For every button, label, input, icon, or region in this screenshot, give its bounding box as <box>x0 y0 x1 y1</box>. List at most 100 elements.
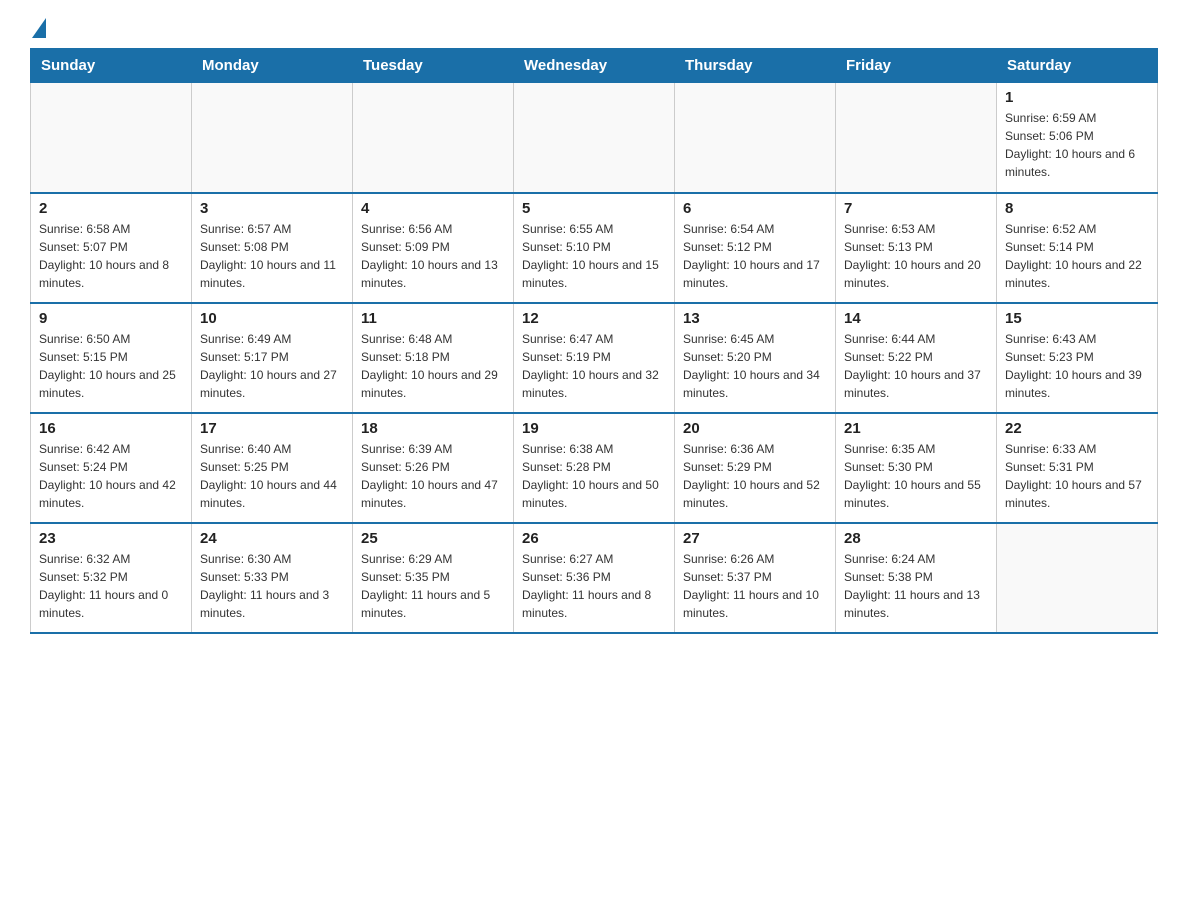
calendar-cell <box>31 83 192 193</box>
day-number: 8 <box>1005 200 1149 217</box>
day-info: Sunrise: 6:42 AMSunset: 5:24 PMDaylight:… <box>39 440 183 512</box>
day-number: 16 <box>39 420 183 437</box>
day-number: 3 <box>200 200 344 217</box>
day-info: Sunrise: 6:43 AMSunset: 5:23 PMDaylight:… <box>1005 330 1149 402</box>
days-header-row: SundayMondayTuesdayWednesdayThursdayFrid… <box>31 49 1158 83</box>
calendar-cell: 26 Sunrise: 6:27 AMSunset: 5:36 PMDayligh… <box>514 523 675 633</box>
calendar-cell: 21 Sunrise: 6:35 AMSunset: 5:30 PMDayligh… <box>836 413 997 523</box>
day-info: Sunrise: 6:40 AMSunset: 5:25 PMDaylight:… <box>200 440 344 512</box>
day-number: 15 <box>1005 310 1149 327</box>
day-info: Sunrise: 6:45 AMSunset: 5:20 PMDaylight:… <box>683 330 827 402</box>
calendar-cell: 1 Sunrise: 6:59 AMSunset: 5:06 PMDaylight… <box>997 83 1158 193</box>
page-header <box>30 20 1158 38</box>
day-number: 7 <box>844 200 988 217</box>
day-info: Sunrise: 6:56 AMSunset: 5:09 PMDaylight:… <box>361 220 505 292</box>
calendar-cell: 17 Sunrise: 6:40 AMSunset: 5:25 PMDayligh… <box>192 413 353 523</box>
day-number: 4 <box>361 200 505 217</box>
calendar-cell <box>353 83 514 193</box>
day-header-monday: Monday <box>192 49 353 83</box>
calendar-cell: 19 Sunrise: 6:38 AMSunset: 5:28 PMDayligh… <box>514 413 675 523</box>
day-info: Sunrise: 6:49 AMSunset: 5:17 PMDaylight:… <box>200 330 344 402</box>
calendar-cell: 22 Sunrise: 6:33 AMSunset: 5:31 PMDayligh… <box>997 413 1158 523</box>
calendar-cell: 23 Sunrise: 6:32 AMSunset: 5:32 PMDayligh… <box>31 523 192 633</box>
day-number: 18 <box>361 420 505 437</box>
calendar-cell <box>836 83 997 193</box>
day-info: Sunrise: 6:35 AMSunset: 5:30 PMDaylight:… <box>844 440 988 512</box>
day-info: Sunrise: 6:54 AMSunset: 5:12 PMDaylight:… <box>683 220 827 292</box>
day-info: Sunrise: 6:36 AMSunset: 5:29 PMDaylight:… <box>683 440 827 512</box>
day-number: 23 <box>39 530 183 547</box>
day-number: 20 <box>683 420 827 437</box>
day-header-thursday: Thursday <box>675 49 836 83</box>
day-info: Sunrise: 6:59 AMSunset: 5:06 PMDaylight:… <box>1005 109 1149 181</box>
day-number: 28 <box>844 530 988 547</box>
day-info: Sunrise: 6:58 AMSunset: 5:07 PMDaylight:… <box>39 220 183 292</box>
day-info: Sunrise: 6:48 AMSunset: 5:18 PMDaylight:… <box>361 330 505 402</box>
day-header-saturday: Saturday <box>997 49 1158 83</box>
day-number: 14 <box>844 310 988 327</box>
calendar-cell: 13 Sunrise: 6:45 AMSunset: 5:20 PMDayligh… <box>675 303 836 413</box>
day-info: Sunrise: 6:55 AMSunset: 5:10 PMDaylight:… <box>522 220 666 292</box>
day-number: 11 <box>361 310 505 327</box>
calendar-cell: 8Sunrise: 6:52 AMSunset: 5:14 PMDaylight… <box>997 193 1158 303</box>
calendar-cell: 18 Sunrise: 6:39 AMSunset: 5:26 PMDayligh… <box>353 413 514 523</box>
day-info: Sunrise: 6:39 AMSunset: 5:26 PMDaylight:… <box>361 440 505 512</box>
day-number: 21 <box>844 420 988 437</box>
calendar-cell: 14 Sunrise: 6:44 AMSunset: 5:22 PMDayligh… <box>836 303 997 413</box>
day-number: 10 <box>200 310 344 327</box>
day-info: Sunrise: 6:24 AMSunset: 5:38 PMDaylight:… <box>844 550 988 622</box>
calendar-cell <box>192 83 353 193</box>
day-header-friday: Friday <box>836 49 997 83</box>
day-number: 13 <box>683 310 827 327</box>
day-info: Sunrise: 6:38 AMSunset: 5:28 PMDaylight:… <box>522 440 666 512</box>
day-number: 12 <box>522 310 666 327</box>
day-info: Sunrise: 6:50 AMSunset: 5:15 PMDaylight:… <box>39 330 183 402</box>
day-info: Sunrise: 6:47 AMSunset: 5:19 PMDaylight:… <box>522 330 666 402</box>
day-info: Sunrise: 6:26 AMSunset: 5:37 PMDaylight:… <box>683 550 827 622</box>
calendar-cell: 10 Sunrise: 6:49 AMSunset: 5:17 PMDayligh… <box>192 303 353 413</box>
day-header-wednesday: Wednesday <box>514 49 675 83</box>
day-header-sunday: Sunday <box>31 49 192 83</box>
calendar-cell: 5 Sunrise: 6:55 AMSunset: 5:10 PMDaylight… <box>514 193 675 303</box>
week-row-1: 2 Sunrise: 6:58 AMSunset: 5:07 PMDaylight… <box>31 193 1158 303</box>
calendar-cell: 6 Sunrise: 6:54 AMSunset: 5:12 PMDaylight… <box>675 193 836 303</box>
calendar-table: SundayMondayTuesdayWednesdayThursdayFrid… <box>30 48 1158 634</box>
day-info: Sunrise: 6:57 AMSunset: 5:08 PMDaylight:… <box>200 220 344 292</box>
calendar-cell: 27 Sunrise: 6:26 AMSunset: 5:37 PMDayligh… <box>675 523 836 633</box>
day-info: Sunrise: 6:44 AMSunset: 5:22 PMDaylight:… <box>844 330 988 402</box>
day-number: 17 <box>200 420 344 437</box>
day-number: 24 <box>200 530 344 547</box>
calendar-cell: 11 Sunrise: 6:48 AMSunset: 5:18 PMDayligh… <box>353 303 514 413</box>
week-row-2: 9 Sunrise: 6:50 AMSunset: 5:15 PMDaylight… <box>31 303 1158 413</box>
calendar-cell: 28 Sunrise: 6:24 AMSunset: 5:38 PMDayligh… <box>836 523 997 633</box>
calendar-cell: 16 Sunrise: 6:42 AMSunset: 5:24 PMDayligh… <box>31 413 192 523</box>
day-number: 6 <box>683 200 827 217</box>
day-number: 1 <box>1005 89 1149 106</box>
day-number: 5 <box>522 200 666 217</box>
day-number: 2 <box>39 200 183 217</box>
day-number: 22 <box>1005 420 1149 437</box>
calendar-cell: 4 Sunrise: 6:56 AMSunset: 5:09 PMDaylight… <box>353 193 514 303</box>
day-number: 26 <box>522 530 666 547</box>
day-info: Sunrise: 6:33 AMSunset: 5:31 PMDaylight:… <box>1005 440 1149 512</box>
day-info: Sunrise: 6:27 AMSunset: 5:36 PMDaylight:… <box>522 550 666 622</box>
logo <box>30 20 46 38</box>
day-number: 19 <box>522 420 666 437</box>
logo-triangle-icon <box>32 18 46 38</box>
day-info: Sunrise: 6:30 AMSunset: 5:33 PMDaylight:… <box>200 550 344 622</box>
calendar-cell: 20 Sunrise: 6:36 AMSunset: 5:29 PMDayligh… <box>675 413 836 523</box>
calendar-cell: 9 Sunrise: 6:50 AMSunset: 5:15 PMDaylight… <box>31 303 192 413</box>
calendar-cell: 12 Sunrise: 6:47 AMSunset: 5:19 PMDayligh… <box>514 303 675 413</box>
week-row-3: 16 Sunrise: 6:42 AMSunset: 5:24 PMDayligh… <box>31 413 1158 523</box>
calendar-cell: 25Sunrise: 6:29 AMSunset: 5:35 PMDayligh… <box>353 523 514 633</box>
day-number: 27 <box>683 530 827 547</box>
day-header-tuesday: Tuesday <box>353 49 514 83</box>
day-info: Sunrise: 6:32 AMSunset: 5:32 PMDaylight:… <box>39 550 183 622</box>
calendar-cell: 15 Sunrise: 6:43 AMSunset: 5:23 PMDayligh… <box>997 303 1158 413</box>
calendar-cell: 2 Sunrise: 6:58 AMSunset: 5:07 PMDaylight… <box>31 193 192 303</box>
calendar-cell: 24 Sunrise: 6:30 AMSunset: 5:33 PMDayligh… <box>192 523 353 633</box>
week-row-0: 1 Sunrise: 6:59 AMSunset: 5:06 PMDaylight… <box>31 83 1158 193</box>
day-number: 9 <box>39 310 183 327</box>
week-row-4: 23 Sunrise: 6:32 AMSunset: 5:32 PMDayligh… <box>31 523 1158 633</box>
day-info: Sunrise: 6:53 AMSunset: 5:13 PMDaylight:… <box>844 220 988 292</box>
